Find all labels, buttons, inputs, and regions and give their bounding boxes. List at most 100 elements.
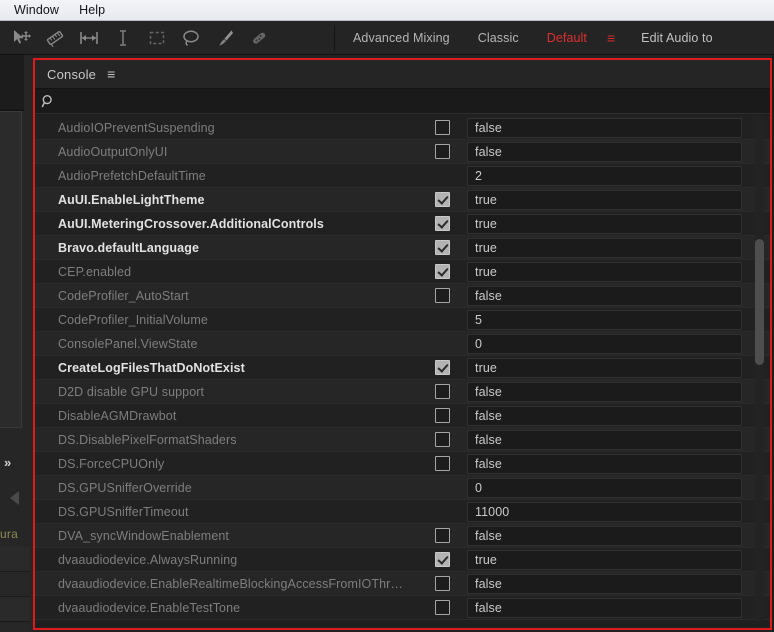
setting-checkbox-cell[interactable]: [417, 120, 467, 135]
setting-value[interactable]: false: [467, 453, 742, 474]
vertical-scrollbar-thumb[interactable]: [755, 238, 764, 365]
time-selection-icon[interactable]: [72, 23, 106, 53]
setting-value[interactable]: true: [467, 549, 742, 570]
setting-checkbox-cell[interactable]: [417, 360, 467, 375]
table-row[interactable]: CreateLogFilesThatDoNotExist true: [35, 356, 770, 380]
menu-item-help[interactable]: Help: [73, 1, 115, 20]
setting-value[interactable]: 5: [467, 309, 742, 330]
table-row[interactable]: CodeProfiler_InitialVolume 5: [35, 308, 770, 332]
setting-checkbox[interactable]: [434, 240, 450, 255]
setting-checkbox-cell[interactable]: [417, 408, 467, 423]
table-row[interactable]: CEP.enabled true: [35, 260, 770, 284]
setting-name: CodeProfiler_InitialVolume: [58, 312, 208, 327]
setting-checkbox[interactable]: [434, 600, 450, 615]
paintbrush-icon[interactable]: [208, 23, 242, 53]
setting-value[interactable]: true: [467, 213, 742, 234]
setting-checkbox-cell[interactable]: [417, 456, 467, 471]
slip-icon[interactable]: [38, 23, 72, 53]
setting-name: dvaaudiodevice.EnableTestTone: [58, 600, 241, 615]
workspace-default[interactable]: Default: [533, 31, 601, 45]
table-row[interactable]: AudioPrefetchDefaultTime 2: [35, 164, 770, 188]
lasso-icon[interactable]: [174, 23, 208, 53]
setting-checkbox[interactable]: [434, 144, 450, 159]
table-row[interactable]: DS.GPUSnifferTimeout 11000: [35, 500, 770, 524]
setting-checkbox[interactable]: [434, 552, 450, 567]
table-row[interactable]: D2D disable GPU support false: [35, 380, 770, 404]
setting-checkbox[interactable]: [434, 432, 450, 447]
setting-checkbox-cell[interactable]: [417, 552, 467, 567]
table-row[interactable]: DisableAGMDrawbot false: [35, 404, 770, 428]
table-row[interactable]: CodeProfiler_AutoStart false: [35, 284, 770, 308]
triangle-left-icon[interactable]: [10, 491, 19, 505]
setting-checkbox[interactable]: [434, 360, 450, 375]
setting-checkbox[interactable]: [434, 216, 450, 231]
setting-checkbox-cell[interactable]: [417, 192, 467, 207]
setting-checkbox[interactable]: [434, 456, 450, 471]
search-input[interactable]: [61, 90, 770, 112]
table-row[interactable]: ConsolePanel.ViewState 0: [35, 332, 770, 356]
setting-value[interactable]: true: [467, 189, 742, 210]
settings-list[interactable]: AudioIOPreventSuspending false AudioOutput…: [35, 116, 770, 628]
setting-value[interactable]: false: [467, 141, 742, 162]
setting-checkbox-cell[interactable]: [417, 600, 467, 615]
table-row[interactable]: dvaaudiodevice.AlwaysRunning true: [35, 548, 770, 572]
setting-value[interactable]: 2: [467, 165, 742, 186]
setting-checkbox[interactable]: [434, 408, 450, 423]
setting-value[interactable]: 11000: [467, 501, 742, 522]
table-row[interactable]: DS.GPUSnifferOverride 0: [35, 476, 770, 500]
table-row[interactable]: AudioOutputOnlyUI false: [35, 140, 770, 164]
setting-checkbox[interactable]: [434, 192, 450, 207]
setting-value[interactable]: false: [467, 429, 742, 450]
setting-value[interactable]: true: [467, 261, 742, 282]
table-row[interactable]: AudioIOPreventSuspending false: [35, 116, 770, 140]
table-row[interactable]: dvaaudiodevice.EnableRealtimeBlockingAcc…: [35, 572, 770, 596]
setting-value[interactable]: false: [467, 405, 742, 426]
table-row[interactable]: DVA_syncWindowEnablement false: [35, 524, 770, 548]
panel-menu-icon[interactable]: ≡: [107, 67, 115, 81]
setting-checkbox-cell[interactable]: [417, 216, 467, 231]
setting-checkbox-cell[interactable]: [417, 576, 467, 591]
setting-checkbox[interactable]: [434, 120, 450, 135]
setting-checkbox-cell[interactable]: [417, 240, 467, 255]
text-cursor-icon[interactable]: [106, 23, 140, 53]
setting-checkbox-cell[interactable]: [417, 264, 467, 279]
setting-checkbox-cell[interactable]: [417, 528, 467, 543]
table-row[interactable]: AuUI.MeteringCrossover.AdditionalControl…: [35, 212, 770, 236]
setting-value[interactable]: false: [467, 117, 742, 138]
setting-value[interactable]: false: [467, 525, 742, 546]
move-icon[interactable]: [4, 23, 38, 53]
setting-value[interactable]: 0: [467, 333, 742, 354]
workspace-advanced-mixing[interactable]: Advanced Mixing: [339, 31, 464, 45]
setting-value[interactable]: true: [467, 237, 742, 258]
table-row[interactable]: dvaaudiodevice.EnableTestTone false: [35, 596, 770, 620]
setting-value[interactable]: 0: [467, 477, 742, 498]
workspace-menu-icon[interactable]: ≡: [601, 31, 621, 45]
setting-checkbox[interactable]: [434, 288, 450, 303]
setting-checkbox[interactable]: [434, 264, 450, 279]
spot-healing-brush-icon[interactable]: [242, 23, 276, 53]
edit-audio-to-label[interactable]: Edit Audio to: [621, 31, 727, 45]
setting-value[interactable]: false: [467, 285, 742, 306]
setting-checkbox[interactable]: [434, 384, 450, 399]
setting-checkbox-cell[interactable]: [417, 384, 467, 399]
table-row[interactable]: DS.ForceCPUOnly false: [35, 452, 770, 476]
setting-checkbox-cell[interactable]: [417, 288, 467, 303]
setting-checkbox[interactable]: [434, 576, 450, 591]
marquee-icon[interactable]: [140, 23, 174, 53]
table-row[interactable]: DS.DisablePixelFormatShaders false: [35, 428, 770, 452]
table-row[interactable]: Bravo.defaultLanguage true: [35, 236, 770, 260]
setting-value[interactable]: false: [467, 597, 742, 618]
menu-item-window[interactable]: Window: [8, 1, 69, 20]
vertical-scrollbar-track[interactable]: [755, 118, 764, 622]
setting-checkbox-cell[interactable]: [417, 144, 467, 159]
setting-checkbox[interactable]: [434, 528, 450, 543]
console-panel-header: Console ≡: [35, 60, 770, 88]
workspace-classic[interactable]: Classic: [464, 31, 533, 45]
setting-value[interactable]: false: [467, 573, 742, 594]
setting-checkbox-cell: [417, 168, 467, 183]
setting-value[interactable]: true: [467, 357, 742, 378]
expand-panel-chevron-icon[interactable]: »: [4, 455, 11, 470]
setting-value[interactable]: false: [467, 381, 742, 402]
setting-checkbox-cell[interactable]: [417, 432, 467, 447]
table-row[interactable]: AuUI.EnableLightTheme true: [35, 188, 770, 212]
